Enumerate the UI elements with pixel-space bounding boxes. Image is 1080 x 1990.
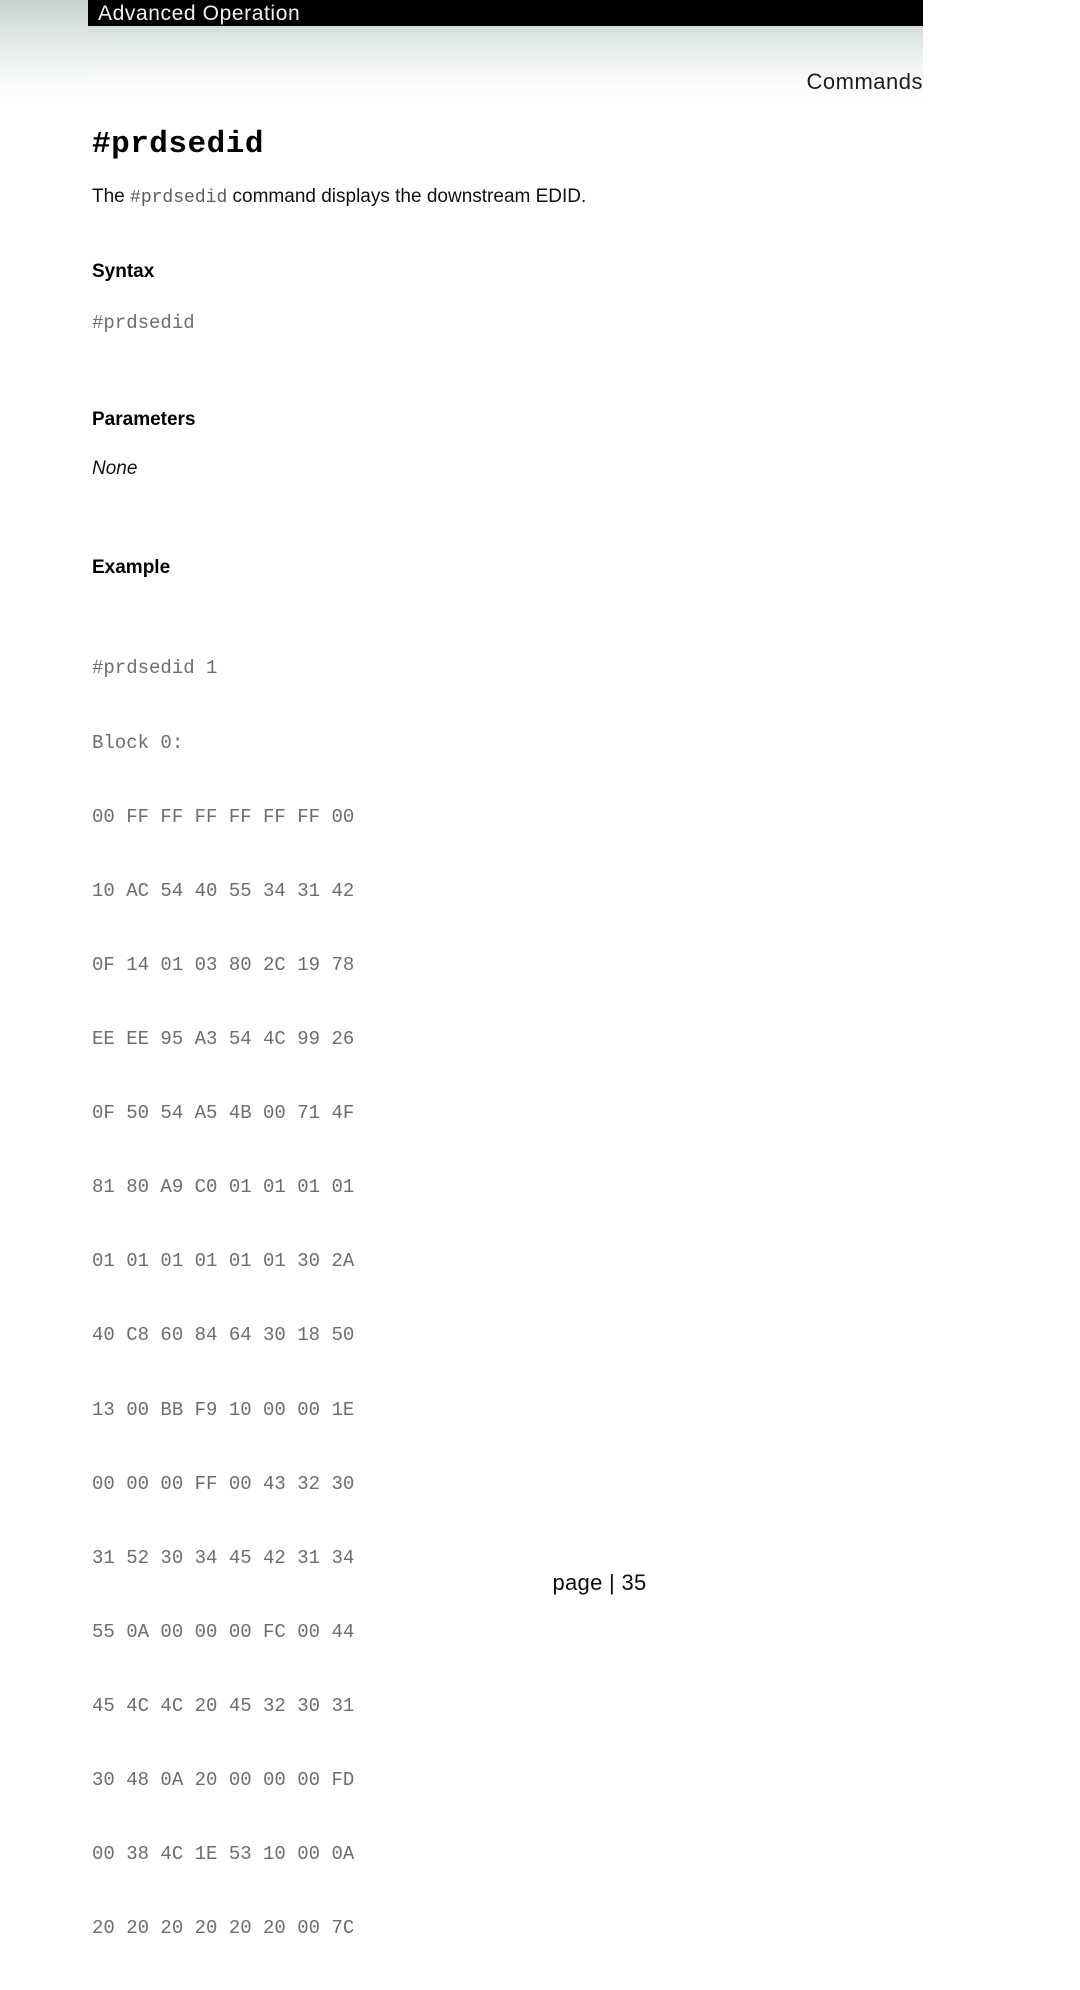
hex-line: 0F 50 54 A5 4B 00 71 4F (92, 1102, 355, 1125)
command-description: The #prdsedid command displays the downs… (92, 186, 586, 208)
description-suffix: command displays the downstream EDID. (227, 186, 587, 207)
hex-line: 40 C8 60 84 64 30 18 50 (92, 1324, 355, 1347)
hex-line: 30 48 0A 20 00 00 00 FD (92, 1769, 355, 1792)
hex-line: 31 52 30 34 45 42 31 34 (92, 1546, 355, 1569)
chapter-title-bar: Advanced Operation (88, 0, 923, 26)
page-footer: page | 35 (552, 1570, 647, 1595)
description-command-code: #prdsedid (130, 188, 228, 208)
hex-line: 13 00 BB F9 10 00 00 1E (92, 1398, 355, 1421)
page-header: Advanced Operation Commands (0, 0, 1080, 104)
hex-line: 00 00 00 FF 00 43 32 30 (92, 1472, 355, 1495)
parameters-heading: Parameters (92, 409, 196, 430)
example-command-line: #prdsedid 1 (92, 657, 218, 680)
section-title: Commands (806, 69, 923, 94)
hex-line: 0F 14 01 03 80 2C 19 78 (92, 953, 355, 976)
syntax-code: #prdsedid (92, 312, 195, 334)
hex-line: 55 0A 00 00 00 FC 00 44 (92, 1620, 355, 1643)
hex-line: 20 20 20 20 20 20 00 7C (92, 1917, 355, 1940)
parameters-value: None (92, 458, 138, 479)
hex-line: 81 80 A9 C0 01 01 01 01 (92, 1176, 355, 1199)
example-block-label: Block 0: (92, 731, 184, 754)
hex-line: 00 FF FF FF FF FF FF 00 (92, 805, 355, 828)
hex-line: 10 AC 54 40 55 34 31 42 (92, 879, 355, 902)
hex-line: 45 4C 4C 20 45 32 30 31 (92, 1694, 355, 1717)
hex-line: EE EE 95 A3 54 4C 99 26 (92, 1027, 355, 1050)
chapter-title: Advanced Operation (98, 2, 301, 25)
example-code-block: #prdsedid 1 Block 0: 00 FF FF FF FF FF F… (92, 607, 354, 1990)
description-prefix: The (92, 186, 131, 207)
hex-line: 00 38 4C 1E 53 10 00 0A (92, 1843, 355, 1866)
page-title: #prdsedid (92, 127, 264, 162)
syntax-heading: Syntax (92, 261, 155, 282)
example-heading: Example (92, 557, 171, 578)
hex-line: 01 01 01 01 01 01 30 2A (92, 1250, 355, 1273)
